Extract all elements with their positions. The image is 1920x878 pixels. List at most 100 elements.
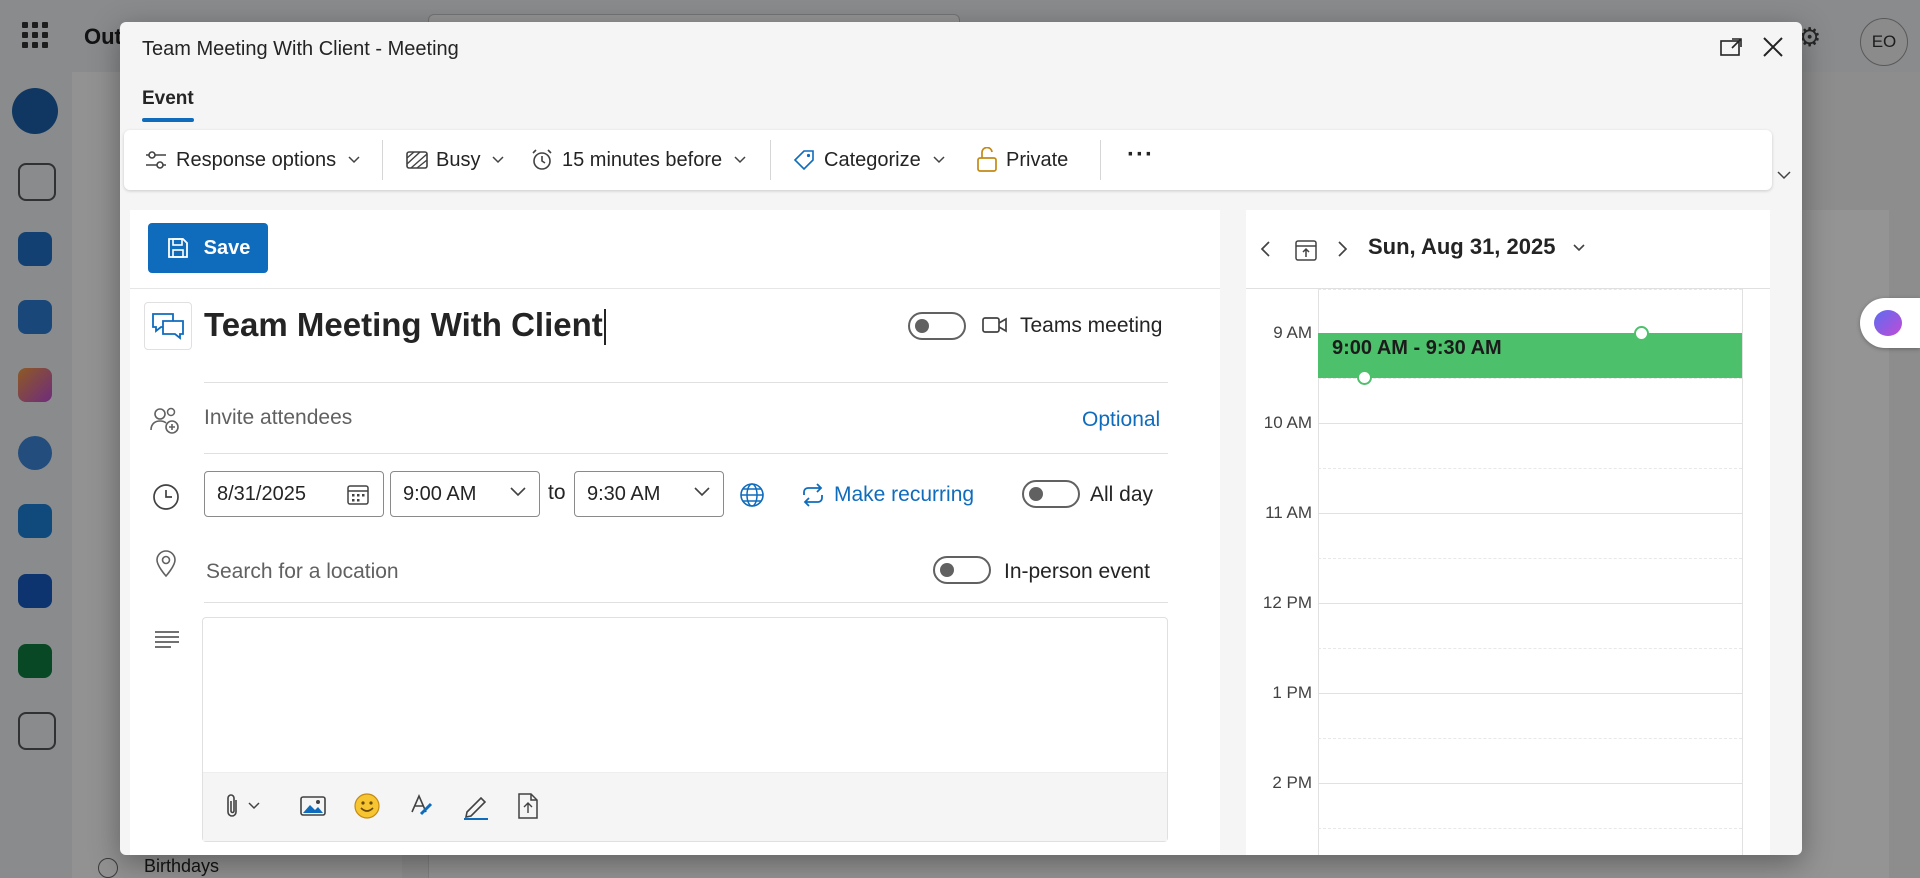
event-form: Save Team Meeting With Client Teams meet… bbox=[130, 210, 1220, 855]
half-hour-line bbox=[1318, 378, 1742, 379]
picture-icon bbox=[300, 796, 326, 816]
tag-icon bbox=[793, 150, 814, 171]
chevron-left-icon[interactable] bbox=[1258, 240, 1272, 258]
chevron-down-icon bbox=[1573, 244, 1585, 252]
globe-time-zone-icon[interactable] bbox=[739, 482, 765, 508]
unlock-icon bbox=[977, 147, 997, 172]
start-time-value: 9:00 AM bbox=[403, 482, 477, 505]
reminder-button[interactable]: 15 minutes before bbox=[530, 130, 746, 190]
end-time-select[interactable]: 9:30 AM bbox=[574, 471, 724, 517]
row-divider bbox=[204, 453, 1168, 454]
private-label: Private bbox=[1006, 148, 1069, 171]
chevron-down-icon bbox=[933, 156, 945, 164]
hour-label: 1 PM bbox=[1272, 683, 1312, 702]
document-app-icon bbox=[518, 793, 538, 819]
private-button[interactable]: Private bbox=[976, 130, 1068, 190]
hour-line bbox=[1318, 783, 1742, 784]
draw-button[interactable] bbox=[461, 789, 491, 823]
start-time-select[interactable]: 9:00 AM bbox=[390, 471, 540, 517]
response-options-button[interactable]: Response options bbox=[144, 130, 360, 190]
to-label: to bbox=[548, 481, 566, 504]
tab-event[interactable]: Event bbox=[142, 88, 194, 110]
chevron-right-icon[interactable] bbox=[1336, 240, 1350, 258]
in-person-event-toggle[interactable] bbox=[933, 556, 991, 584]
day-timeline[interactable]: 9 AM 10 AM 11 AM 12 PM 1 PM 2 PM 9:00 AM… bbox=[1246, 289, 1770, 855]
close-icon[interactable] bbox=[1760, 34, 1786, 60]
event-title-value: Team Meeting With Client bbox=[204, 306, 603, 343]
calendar-chat-icon[interactable] bbox=[144, 302, 192, 350]
pen-draw-icon bbox=[464, 796, 488, 820]
calendar-date-label: Sun, Aug 31, 2025 bbox=[1368, 234, 1556, 259]
hour-label: 12 PM bbox=[1262, 593, 1312, 612]
row-divider bbox=[204, 382, 1168, 383]
toolbar-separator bbox=[770, 140, 771, 180]
event-resize-handle-bottom[interactable] bbox=[1357, 370, 1372, 385]
hour-label: 10 AM bbox=[1263, 413, 1312, 432]
chevron-down-icon bbox=[248, 802, 260, 810]
optional-attendees-link[interactable]: Optional bbox=[1082, 408, 1160, 432]
more-options-button[interactable]: ··· bbox=[1127, 130, 1154, 190]
chevron-down-icon bbox=[734, 156, 746, 164]
pop-out-icon[interactable] bbox=[1720, 38, 1742, 56]
video-camera-icon bbox=[982, 317, 1007, 333]
location-pin-icon bbox=[156, 550, 176, 578]
save-disk-icon bbox=[167, 238, 188, 258]
chevron-down-icon bbox=[348, 156, 360, 164]
end-time-value: 9:30 AM bbox=[587, 482, 661, 505]
half-hour-line bbox=[1318, 468, 1742, 469]
add-people-icon bbox=[150, 407, 179, 434]
format-painter-button[interactable] bbox=[407, 789, 435, 823]
calendar-picker-icon[interactable] bbox=[347, 484, 369, 506]
event-body-editor[interactable] bbox=[202, 617, 1168, 842]
start-date-field[interactable]: 8/31/2025 bbox=[204, 471, 384, 517]
insert-picture-button[interactable] bbox=[299, 789, 327, 823]
categorize-button[interactable]: Categorize bbox=[792, 130, 945, 190]
toolbar-separator bbox=[1100, 140, 1101, 180]
attach-file-button[interactable] bbox=[223, 789, 261, 823]
in-person-event-label: In-person event bbox=[1004, 560, 1150, 583]
teams-meeting-toggle[interactable] bbox=[908, 312, 966, 340]
sliders-icon bbox=[146, 151, 166, 169]
save-button[interactable]: Save bbox=[148, 223, 268, 273]
hour-line bbox=[1318, 603, 1742, 604]
response-options-label: Response options bbox=[176, 148, 337, 171]
all-day-label: All day bbox=[1090, 483, 1154, 506]
chevron-down-icon bbox=[492, 156, 504, 164]
hour-line bbox=[1318, 693, 1742, 694]
reminder-label: 15 minutes before bbox=[562, 148, 723, 171]
all-day-toggle[interactable] bbox=[1022, 480, 1080, 508]
text-lines-icon bbox=[155, 631, 179, 648]
form-divider bbox=[130, 288, 1220, 289]
day-preview-calendar: Sun, Aug 31, 2025 9 AM 10 AM 11 AM 12 PM… bbox=[1246, 210, 1770, 855]
location-input[interactable]: Search for a location bbox=[206, 560, 399, 584]
go-to-today-icon[interactable] bbox=[1294, 238, 1318, 262]
event-preview-block[interactable]: 9:00 AM - 9:30 AM bbox=[1318, 333, 1742, 378]
categorize-label: Categorize bbox=[824, 148, 921, 171]
side-assistant-button[interactable] bbox=[1860, 298, 1920, 348]
calendar-date-picker[interactable]: Sun, Aug 31, 2025 bbox=[1368, 234, 1586, 260]
timeline-right-line bbox=[1742, 289, 1743, 855]
make-recurring-button[interactable]: Make recurring bbox=[834, 483, 974, 507]
event-title-input[interactable]: Team Meeting With Client bbox=[204, 303, 606, 347]
half-hour-line bbox=[1318, 648, 1742, 649]
invite-attendees-input[interactable]: Invite attendees bbox=[204, 406, 352, 430]
toolbar-separator bbox=[382, 140, 383, 180]
chevron-down-icon bbox=[694, 487, 710, 497]
row-divider bbox=[204, 602, 1168, 603]
event-resize-handle-top[interactable] bbox=[1634, 326, 1649, 341]
text-format-icon bbox=[411, 794, 433, 816]
tab-active-indicator bbox=[142, 118, 194, 122]
busy-status-icon bbox=[406, 151, 428, 169]
brain-icon bbox=[1874, 310, 1902, 336]
hour-line bbox=[1318, 513, 1742, 514]
paperclip-icon bbox=[227, 794, 237, 817]
clock-icon bbox=[153, 484, 179, 510]
insert-app-button[interactable] bbox=[515, 789, 541, 823]
chevron-down-icon bbox=[510, 487, 526, 497]
insert-emoji-button[interactable] bbox=[353, 789, 381, 823]
busy-button[interactable]: Busy bbox=[406, 130, 504, 190]
ribbon-toolbar: Response options Busy 15 minutes before bbox=[124, 130, 1772, 190]
meeting-dialog: Team Meeting With Client - Meeting Event… bbox=[120, 22, 1802, 855]
busy-label: Busy bbox=[436, 148, 481, 171]
expand-ribbon-chevron-icon[interactable] bbox=[1775, 166, 1793, 184]
